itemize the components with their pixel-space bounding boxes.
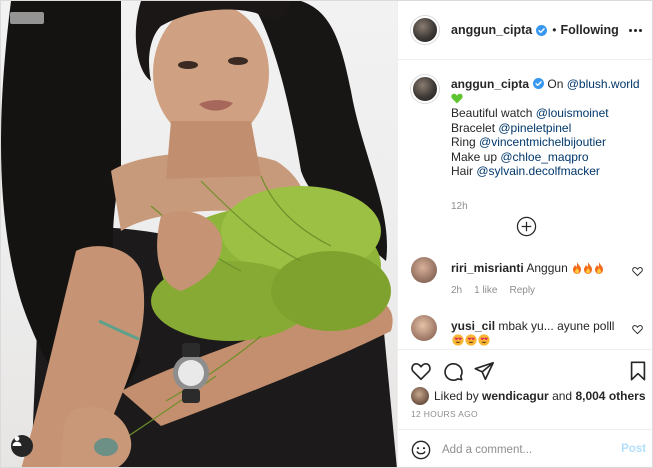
post-side-panel: anggun_cipta • Following anggun_cipta On… bbox=[397, 1, 652, 467]
likes-others[interactable]: 8,004 others bbox=[575, 389, 645, 403]
commenter-username[interactable]: yusi_cil bbox=[451, 319, 495, 333]
green-heart-icon bbox=[451, 93, 463, 103]
heart-eyes-emoji-icon bbox=[465, 334, 477, 346]
caption-word: Make up bbox=[451, 149, 498, 164]
post-comment-button[interactable]: Post bbox=[621, 443, 646, 455]
likes-and: and bbox=[552, 389, 573, 403]
comment-meta: 2h 1 like Reply bbox=[451, 285, 535, 296]
instagram-post-modal: anggun_cipta • Following anggun_cipta On… bbox=[0, 0, 653, 468]
caption-word: Ring bbox=[451, 135, 476, 149]
more-options-icon[interactable] bbox=[627, 25, 643, 35]
liker-username[interactable]: wendicagur bbox=[482, 389, 549, 403]
caption-username[interactable]: anggun_cipta bbox=[451, 77, 529, 91]
caption-word: Bracelet bbox=[451, 120, 496, 135]
comment-text: yusi_cil mbak yu... ayune polll bbox=[451, 319, 626, 347]
comment-text: riri_misrianti Anggun bbox=[451, 261, 626, 275]
post-header: anggun_cipta • Following bbox=[398, 1, 652, 60]
comment-body: Anggun bbox=[526, 261, 568, 275]
mention-link[interactable]: @vincentmichelbijoutier bbox=[479, 135, 606, 149]
mention-link[interactable]: @louismoinet bbox=[536, 106, 609, 120]
comment-body: mbak yu... ayune polll bbox=[498, 319, 615, 333]
bookmark-icon[interactable] bbox=[627, 360, 649, 382]
likes-prefix: Liked by bbox=[434, 389, 479, 403]
following-button[interactable]: Following bbox=[560, 23, 618, 37]
comment-time[interactable]: 2h bbox=[451, 285, 462, 296]
likes-summary: Liked by wendicagur and 8,004 others bbox=[411, 387, 646, 405]
post-timestamp[interactable]: 12 HOURS AGO bbox=[411, 409, 478, 419]
author-username[interactable]: anggun_cipta bbox=[451, 23, 532, 37]
post-photo[interactable] bbox=[1, 1, 397, 467]
commenter-username[interactable]: riri_misrianti bbox=[451, 261, 524, 275]
smiley-icon[interactable] bbox=[411, 440, 431, 460]
commenter-avatar[interactable] bbox=[411, 257, 437, 283]
fire-emoji-icon bbox=[584, 262, 593, 274]
verified-badge-icon bbox=[536, 24, 548, 36]
mention-link[interactable]: @pineletpinel bbox=[498, 121, 571, 135]
caption-text: anggun_cipta On @blush.world Beautiful w… bbox=[451, 77, 651, 179]
comment-like-heart-icon[interactable] bbox=[632, 266, 643, 277]
comments-list[interactable]: anggun_cipta On @blush.world Beautiful w… bbox=[398, 61, 652, 349]
liker-avatar[interactable] bbox=[411, 387, 429, 405]
user-tag-icon[interactable] bbox=[11, 435, 33, 457]
comment-like-heart-icon[interactable] bbox=[632, 324, 643, 335]
plus-circle-icon[interactable] bbox=[516, 216, 537, 237]
mention-link[interactable]: @chloe_maqpro bbox=[500, 150, 588, 164]
mention-link[interactable]: @blush.world bbox=[567, 77, 640, 91]
header-separator: • bbox=[552, 23, 557, 37]
user-silhouette-icon bbox=[12, 436, 22, 446]
fire-emoji-icon bbox=[573, 262, 582, 274]
photo-illustration bbox=[1, 1, 397, 467]
caption-time[interactable]: 12h bbox=[451, 201, 468, 212]
heart-eyes-emoji-icon bbox=[452, 334, 464, 346]
photo-watermark bbox=[10, 12, 44, 24]
caption-word: On bbox=[547, 77, 564, 91]
heart-eyes-emoji-icon bbox=[478, 334, 490, 346]
comment-input[interactable] bbox=[442, 441, 612, 459]
post-actions bbox=[398, 349, 652, 391]
comment-likes[interactable]: 1 like bbox=[474, 285, 497, 296]
reply-button[interactable]: Reply bbox=[509, 285, 535, 296]
commenter-avatar[interactable] bbox=[411, 315, 437, 341]
caption-word: Beautiful watch bbox=[451, 106, 533, 120]
mention-link[interactable]: @sylvain.decolfmacker bbox=[476, 164, 600, 178]
add-comment-bar: Post bbox=[398, 429, 652, 467]
comment-item: riri_misrianti Anggun 2h 1 like Reply bbox=[411, 257, 643, 297]
heart-icon[interactable] bbox=[410, 360, 432, 382]
caption-word: Hair bbox=[451, 164, 474, 178]
verified-badge-icon bbox=[533, 78, 545, 89]
paper-plane-icon[interactable] bbox=[473, 360, 495, 382]
comment-item: yusi_cil mbak yu... ayune polll bbox=[411, 315, 643, 349]
fire-emoji-icon bbox=[595, 262, 604, 274]
comment-bubble-icon[interactable] bbox=[442, 360, 464, 382]
author-avatar[interactable] bbox=[411, 16, 439, 44]
caption-avatar[interactable] bbox=[411, 75, 439, 103]
